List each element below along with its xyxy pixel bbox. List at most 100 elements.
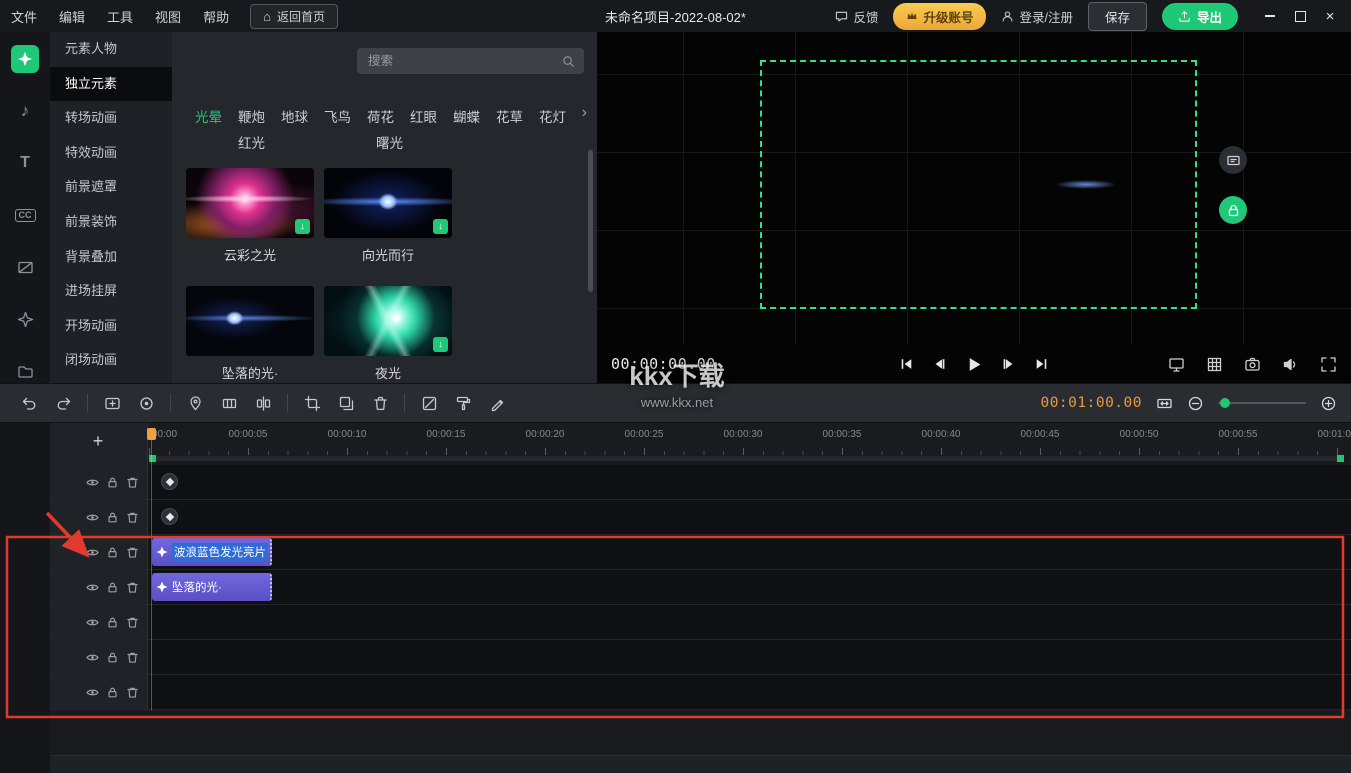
menu-edit[interactable]: 编辑: [48, 7, 96, 26]
range-handle-right[interactable]: [1337, 455, 1344, 462]
category-item[interactable]: 转场动画: [50, 101, 172, 136]
category-item[interactable]: 元素人物: [50, 32, 172, 67]
fullscreen-button[interactable]: [1320, 356, 1337, 373]
visibility-eye-icon[interactable]: [86, 511, 99, 524]
feedback-button[interactable]: 反馈: [835, 7, 878, 26]
save-button[interactable]: 保存: [1088, 2, 1147, 31]
export-button[interactable]: 导出: [1162, 3, 1238, 30]
rail-elements-tab[interactable]: [11, 45, 39, 73]
delete-track-icon[interactable]: [126, 546, 139, 559]
tag-item[interactable]: 花草: [496, 106, 523, 126]
advanced-edit-button[interactable]: [480, 395, 514, 412]
element-thumb-night-light[interactable]: ↓: [324, 286, 452, 356]
tag-item[interactable]: 地球: [281, 106, 308, 126]
next-frame-button[interactable]: [1002, 357, 1016, 371]
skip-to-end-button[interactable]: [1035, 357, 1049, 371]
lock-track-icon[interactable]: [106, 616, 119, 629]
redo-button[interactable]: [46, 395, 80, 412]
close-button[interactable]: ×: [1317, 3, 1343, 29]
fit-screen-button[interactable]: [1219, 146, 1247, 174]
record-voiceover-button[interactable]: [129, 395, 163, 412]
visibility-eye-icon[interactable]: [86, 651, 99, 664]
rail-text-tab[interactable]: T: [11, 149, 39, 177]
skip-to-start-button[interactable]: [900, 357, 914, 371]
tag-item[interactable]: 花灯: [539, 106, 566, 126]
login-register-button[interactable]: 登录/注册: [1001, 7, 1072, 26]
track-content[interactable]: [149, 500, 1351, 534]
lock-aspect-button[interactable]: [1219, 196, 1247, 224]
tag-item[interactable]: 荷花: [367, 106, 394, 126]
category-item[interactable]: 进场挂屏: [50, 274, 172, 309]
download-icon[interactable]: ↓: [433, 219, 448, 234]
tag-halo[interactable]: 光晕: [195, 106, 222, 126]
tag-item[interactable]: 红眼: [410, 106, 437, 126]
previous-frame-button[interactable]: [933, 357, 947, 371]
visibility-eye-icon[interactable]: [86, 686, 99, 699]
return-home-button[interactable]: ⌂ 返回首页: [250, 4, 338, 29]
tag-item[interactable]: 曙光: [376, 132, 403, 152]
lock-track-icon[interactable]: [106, 511, 119, 524]
rail-audio-tab[interactable]: ♪: [11, 97, 39, 125]
tag-item[interactable]: 红光: [238, 132, 265, 152]
playhead-handle[interactable]: [147, 428, 156, 440]
fit-timeline-button[interactable]: [1156, 395, 1173, 412]
visibility-eye-icon[interactable]: [86, 476, 99, 489]
play-button[interactable]: [966, 356, 983, 373]
element-thumb-toward-light[interactable]: ↓: [324, 168, 452, 238]
zoom-in-button[interactable]: [1320, 395, 1337, 412]
duplicate-button[interactable]: [329, 395, 363, 412]
element-thumb-falling-light[interactable]: [186, 286, 314, 356]
menu-help[interactable]: 帮助: [192, 7, 240, 26]
rail-subtitle-tab[interactable]: CC: [11, 201, 39, 229]
category-item[interactable]: 闭场动画: [50, 343, 172, 378]
track-content[interactable]: [149, 605, 1351, 639]
lock-track-icon[interactable]: [106, 581, 119, 594]
crop-button[interactable]: [295, 395, 329, 412]
delete-button[interactable]: [363, 395, 397, 412]
lock-track-icon[interactable]: [106, 476, 119, 489]
preview-element-flare[interactable]: [1055, 180, 1117, 189]
upgrade-account-button[interactable]: 升级账号: [893, 3, 986, 30]
rail-effects-tab[interactable]: [11, 305, 39, 333]
timeline-scroll-range-bar[interactable]: [149, 456, 1344, 461]
add-marker-button[interactable]: [178, 395, 212, 412]
search-box[interactable]: [357, 48, 584, 74]
keyframe-button[interactable]: [161, 508, 178, 525]
category-item[interactable]: 背景叠加: [50, 240, 172, 275]
add-track-button[interactable]: +: [88, 431, 108, 452]
menu-file[interactable]: 文件: [0, 7, 48, 26]
menu-view[interactable]: 视图: [144, 7, 192, 26]
volume-button[interactable]: [1282, 356, 1299, 373]
visibility-eye-icon[interactable]: [86, 616, 99, 629]
track-content[interactable]: [149, 675, 1351, 709]
display-mode-button[interactable]: [1168, 356, 1185, 373]
lock-track-icon[interactable]: [106, 651, 119, 664]
category-item[interactable]: 开场动画: [50, 309, 172, 344]
rail-media-tab[interactable]: [11, 357, 39, 385]
timeline-bottom-scrollbar[interactable]: [0, 755, 1351, 773]
render-preview-button[interactable]: [446, 395, 480, 412]
zoom-slider-handle[interactable]: [1220, 398, 1230, 408]
category-item[interactable]: 前景装饰: [50, 205, 172, 240]
timeline-ruler[interactable]: 00:00 00:00:05 00:00:10 00:00:15 00:00:2…: [148, 423, 1351, 455]
category-item-selected[interactable]: 独立元素: [50, 67, 172, 102]
add-to-timeline-button[interactable]: [95, 395, 129, 412]
range-select-button[interactable]: [212, 395, 246, 412]
visibility-eye-icon[interactable]: [86, 546, 99, 559]
panel-scrollbar[interactable]: [588, 150, 593, 292]
canvas-selection-rect[interactable]: [760, 60, 1197, 309]
keyframe-button[interactable]: [161, 473, 178, 490]
tag-item[interactable]: 飞鸟: [324, 106, 351, 126]
download-icon[interactable]: ↓: [433, 337, 448, 352]
delete-track-icon[interactable]: [126, 511, 139, 524]
maximize-button[interactable]: [1287, 3, 1313, 29]
delete-track-icon[interactable]: [126, 686, 139, 699]
mask-button[interactable]: [412, 395, 446, 412]
clip-wave-blue-glow[interactable]: 波浪蓝色发光亮片: [152, 538, 272, 566]
visibility-eye-icon[interactable]: [86, 581, 99, 594]
grid-button[interactable]: [1206, 356, 1223, 373]
delete-track-icon[interactable]: [126, 616, 139, 629]
track-content[interactable]: [149, 640, 1351, 674]
timeline-zoom-slider[interactable]: [1218, 397, 1306, 409]
clip-falling-light[interactable]: 坠落的光·: [152, 573, 272, 601]
